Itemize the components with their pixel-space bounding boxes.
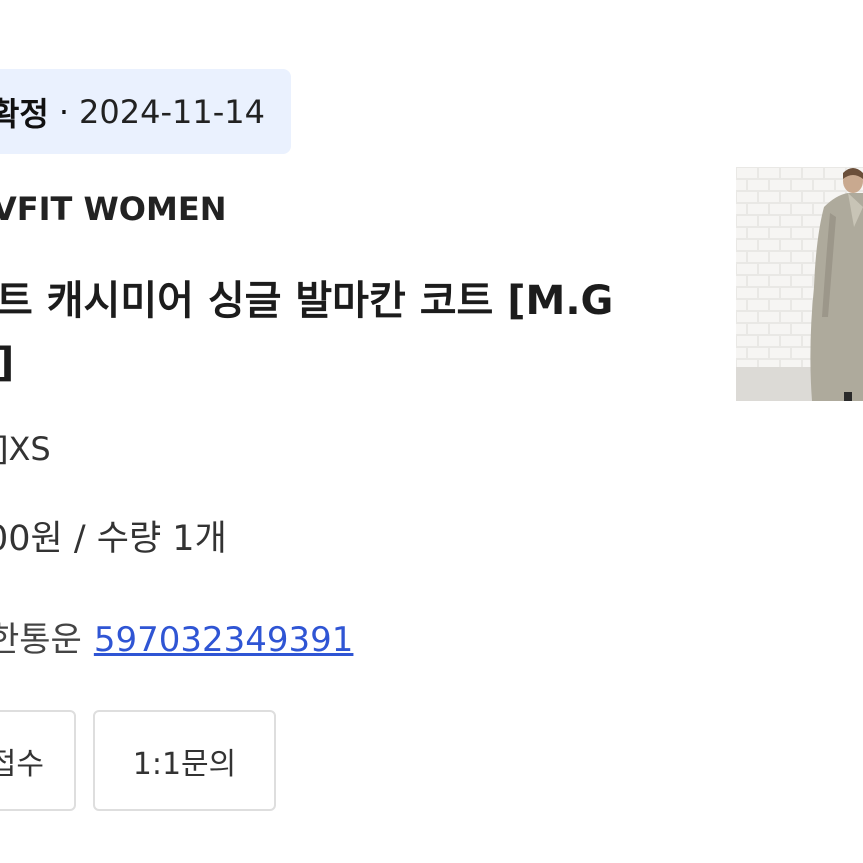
product-thumbnail[interactable] <box>736 167 863 401</box>
order-date: 2024-11-14 <box>79 92 265 131</box>
inquiry-button[interactable]: 1:1문의 <box>93 710 276 811</box>
tracking-number-link[interactable]: 597032349391 <box>94 620 354 660</box>
product-title-line-1: 트 캐시미어 싱글 발마칸 코트 [M.G <box>0 278 614 324</box>
courier-label: 한통운 <box>0 620 82 660</box>
brand-name[interactable]: VFIT WOMEN <box>0 190 226 228</box>
return-request-button[interactable]: 접수 <box>0 710 76 811</box>
product-title-line-2: ] <box>0 332 613 394</box>
price-quantity: 00원 / 수량 1개 <box>0 519 227 559</box>
order-status-badge: 확정 · 2024-11-14 <box>0 69 291 154</box>
separator: · <box>58 92 70 131</box>
product-image <box>736 167 863 401</box>
shipping-tracking: 한통운 597032349391 <box>0 612 353 661</box>
product-option: ]XS <box>0 430 51 468</box>
order-status: 확정 <box>0 94 49 133</box>
product-title[interactable]: 트 캐시미어 싱글 발마칸 코트 [M.G ] <box>0 270 613 394</box>
